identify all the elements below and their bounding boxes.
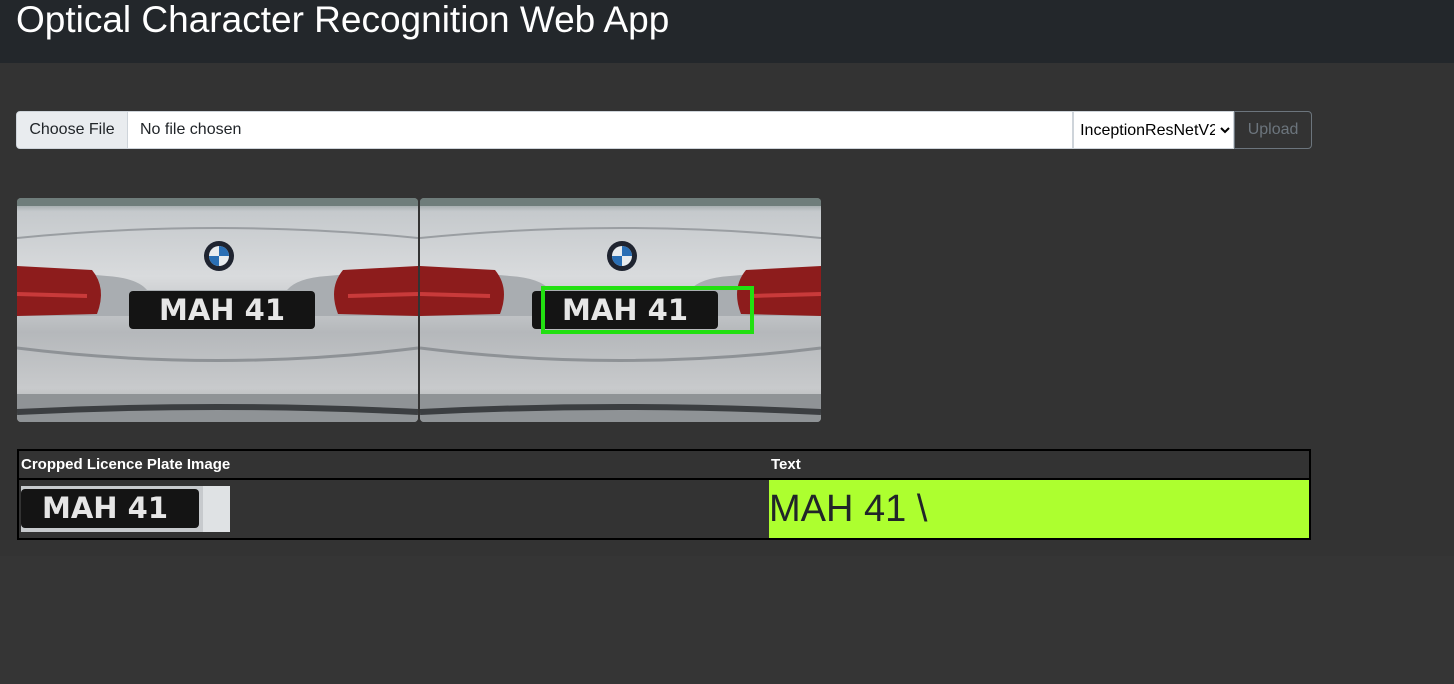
file-input[interactable]: Choose File No file chosen — [16, 111, 1074, 149]
file-status-text: No file chosen — [140, 121, 242, 138]
recognized-text-cell: MAH 41 \ — [769, 479, 1310, 539]
page-footer-area — [0, 556, 1454, 684]
column-header-cropped-image: Cropped Licence Plate Image — [18, 450, 769, 480]
table-row: MAH 41 MAH 41 \ — [18, 479, 1310, 539]
cropped-plate-image: MAH 41 — [21, 486, 230, 532]
results-table: Cropped Licence Plate Image Text MAH 41 … — [17, 449, 1311, 540]
app-title: Optical Character Recognition Web App — [16, 0, 670, 40]
column-header-text: Text — [769, 450, 1310, 480]
cropped-image-cell: MAH 41 — [18, 479, 769, 539]
table-header-row: Cropped Licence Plate Image Text — [18, 450, 1310, 480]
upload-form: Choose File No file chosen InceptionResN… — [16, 111, 1312, 149]
model-select[interactable]: InceptionResNetV2 — [1073, 111, 1235, 149]
image-pair: MAH 41 MAH 41 — [17, 198, 823, 422]
upload-button[interactable]: Upload — [1234, 111, 1312, 149]
plate-text-original: MAH 41 — [159, 293, 285, 327]
choose-file-button[interactable]: Choose File — [17, 112, 128, 148]
plate-text-detected: MAH 41 — [562, 293, 688, 327]
navbar: Optical Character Recognition Web App — [0, 0, 1454, 63]
detected-car-image: MAH 41 — [420, 198, 821, 422]
main-content: Choose File No file chosen InceptionResN… — [0, 63, 1454, 556]
cropped-plate-text: MAH 41 — [42, 491, 168, 525]
original-car-image: MAH 41 — [17, 198, 418, 422]
